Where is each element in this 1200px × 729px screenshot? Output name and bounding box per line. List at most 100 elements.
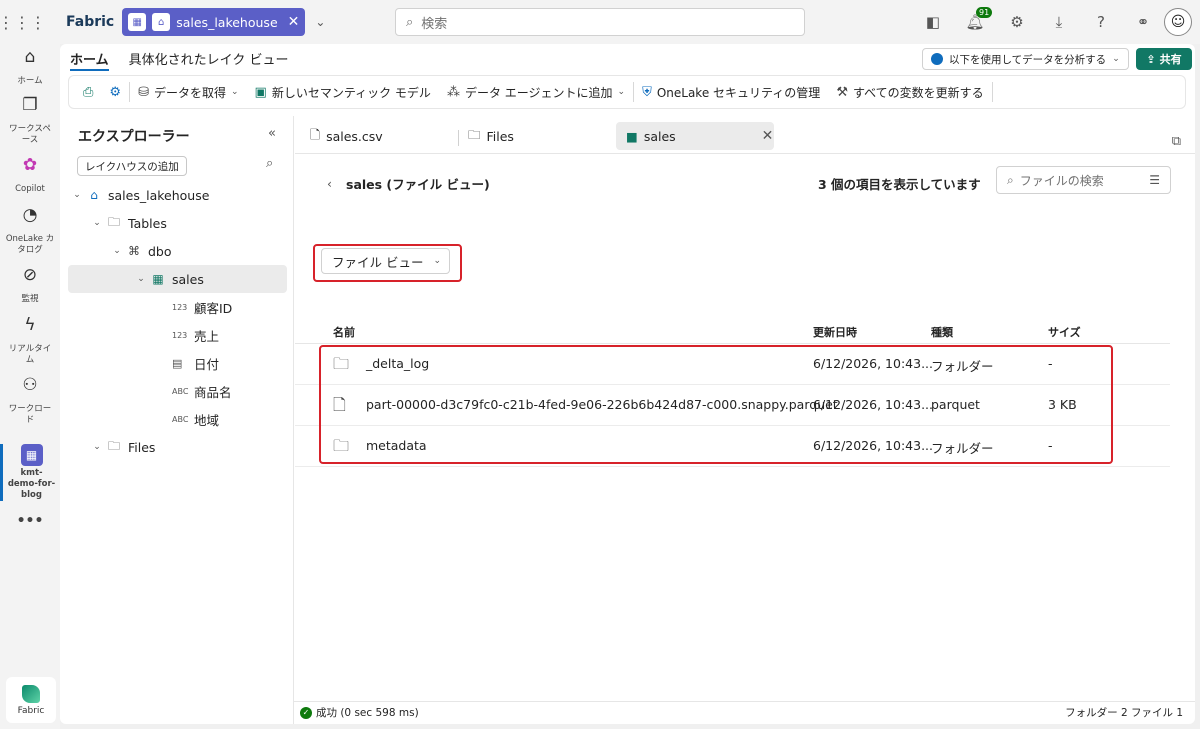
- variable-refresh-icon: ⚒: [836, 84, 848, 100]
- lakehouse-icon: ⌂: [90, 188, 98, 202]
- file-icon: 🗋: [310, 126, 321, 142]
- explorer-pane: エクスプローラー « レイクハウスの追加 ⌕ ⌄ ⌂ sales_lakehou…: [68, 116, 294, 724]
- column-header-size[interactable]: サイズ: [1048, 324, 1081, 340]
- data-agent-button[interactable]: ⁂ データ エージェントに追加 ⌄: [439, 80, 633, 104]
- workspace-tab-label: sales_lakehouse: [176, 14, 278, 30]
- collapse-icon[interactable]: «: [268, 126, 276, 141]
- ribbon-toolbar: ⎙ ⚙ ⛁ データを取得 ⌄ ▣ 新しいセマンティック モデル ⁂ データ エージェント…: [68, 75, 1186, 109]
- tree-label: sales: [172, 271, 204, 287]
- nav-workspaces[interactable]: ❐ ワークスペース: [0, 97, 60, 146]
- database-icon: ⛁: [138, 84, 149, 100]
- tab-label: sales.csv: [326, 128, 383, 144]
- search-placeholder: 検索: [421, 16, 448, 32]
- search-icon: ⌕: [1007, 172, 1014, 187]
- explorer-title: エクスプローラー: [78, 129, 190, 145]
- top-bar: ⋮⋮⋮ Fabric ▦ ⌂ sales_lakehouse ✕ ⌄ ⌕ 検索 …: [0, 0, 1200, 44]
- workload-icon: ⚇: [22, 375, 38, 395]
- analyze-data-button[interactable]: 以下を使用してデータを分析する ⌄: [922, 48, 1129, 70]
- more-icon[interactable]: •••: [0, 514, 60, 528]
- close-icon[interactable]: ✕: [288, 14, 300, 30]
- get-data-button[interactable]: ⛁ データを取得 ⌄: [130, 80, 246, 104]
- tab-sales[interactable]: ■ sales ✕: [616, 122, 774, 150]
- download-icon[interactable]: ⤓: [1038, 0, 1080, 44]
- nav-home[interactable]: ⌂ ホーム: [0, 49, 60, 87]
- tab-home[interactable]: ホーム: [70, 49, 109, 71]
- column-label: 顧客ID: [194, 300, 233, 316]
- tab-files[interactable]: 🗀 Files: [458, 122, 524, 150]
- chevron-down-icon[interactable]: ⌄: [90, 218, 104, 228]
- help-icon[interactable]: ?: [1080, 0, 1122, 44]
- workspace-icon: ▦: [128, 13, 147, 31]
- onelake-security-button[interactable]: ⛨ OneLake セキュリティの管理: [634, 80, 828, 104]
- share-label: 共有: [1159, 53, 1182, 66]
- share-people-icon[interactable]: ⚭: [1122, 0, 1164, 44]
- brand-name[interactable]: Fabric: [66, 14, 114, 30]
- workspace-tab[interactable]: ▦ ⌂ sales_lakehouse ✕: [122, 8, 306, 36]
- nav-label: kmt-demo-for-blog: [7, 468, 56, 500]
- search-box[interactable]: ⌕ 検索: [395, 8, 805, 36]
- left-nav: ⌂ ホーム ❐ ワークスペース ✿ Copilot ◔ OneLake カタログ…: [0, 44, 60, 729]
- tree-item-files[interactable]: ⌄ 🗀 Files: [90, 433, 309, 461]
- lock-icon: ⛨: [642, 84, 652, 100]
- new-semantic-model-button[interactable]: ▣ 新しいセマンティック モデル: [247, 80, 439, 104]
- nav-copilot[interactable]: ✿ Copilot: [0, 157, 60, 195]
- avatar[interactable]: ☺: [1164, 8, 1192, 36]
- nav-label: ホーム: [17, 76, 43, 86]
- update-variables-button[interactable]: ⚒ すべての変数を更新する: [828, 80, 991, 104]
- column-header-name[interactable]: 名前: [333, 324, 355, 340]
- close-icon[interactable]: ✕: [762, 128, 774, 144]
- chevron-down-icon[interactable]: ⌄: [110, 246, 124, 256]
- chevron-down-icon: ⌄: [1112, 54, 1120, 64]
- nav-onelake[interactable]: ◔ OneLake カタログ: [0, 205, 60, 256]
- nav-workspace-kmt[interactable]: ▦ kmt-demo-for-blog: [0, 444, 60, 501]
- file-view-dropdown[interactable]: ファイル ビュー ⌄: [321, 248, 450, 274]
- tab-label: Files: [486, 128, 514, 144]
- panel-icon[interactable]: ◧: [912, 0, 954, 44]
- tree-item-sales[interactable]: ⌄ ▦ sales: [68, 265, 287, 293]
- tree-item-tables[interactable]: ⌄ 🗀 Tables: [90, 209, 309, 237]
- tree-item-lakehouse[interactable]: ⌄ ⌂ sales_lakehouse: [70, 181, 289, 209]
- column-label: 日付: [194, 356, 220, 372]
- folder-icon: 🗀: [107, 438, 120, 453]
- chevron-down-icon[interactable]: ⌄: [70, 190, 84, 200]
- get-data-label: データを取得: [153, 85, 226, 100]
- tab-sales-csv[interactable]: 🗋 sales.csv: [300, 122, 393, 150]
- update-variables-label: すべての変数を更新する: [852, 85, 984, 100]
- column-header-modified[interactable]: 更新日時: [813, 324, 857, 340]
- calendar-icon: ▤: [172, 356, 183, 370]
- gear-icon[interactable]: ⚙: [996, 0, 1038, 44]
- numeric-type-icon: 123: [172, 302, 188, 312]
- bell-icon[interactable]: 🔔︎ 91: [954, 0, 996, 44]
- file-view-label: ファイル ビュー: [332, 254, 424, 270]
- nav-workload[interactable]: ⚇ ワークロード: [0, 375, 60, 426]
- text-type-icon: ABC: [172, 386, 189, 396]
- app-launcher-icon[interactable]: ⋮⋮⋮: [0, 0, 46, 44]
- column-header-type[interactable]: 種類: [931, 324, 953, 340]
- search-icon[interactable]: ⌕: [266, 156, 273, 171]
- nav-label: Copilot: [15, 184, 45, 194]
- copy-icon[interactable]: ⧉: [1172, 134, 1181, 149]
- lakehouse-icon: ⌂: [152, 13, 171, 31]
- back-icon[interactable]: ‹: [327, 176, 332, 191]
- new-item-button[interactable]: ⎙: [75, 80, 101, 104]
- nav-realtime[interactable]: ϟ リアルタイム: [0, 317, 60, 366]
- settings-button[interactable]: ⚙: [101, 80, 129, 104]
- add-lakehouse-button[interactable]: レイクハウスの追加: [77, 156, 187, 176]
- tab-materialized-lake-views[interactable]: 具体化されたレイク ビュー: [129, 49, 289, 71]
- share-icon: ⇪: [1146, 52, 1156, 66]
- fabric-logo-icon: [22, 684, 40, 703]
- nav-label: ワークロード: [8, 404, 52, 425]
- chevron-down-icon: ⌄: [230, 87, 239, 97]
- chevron-down-icon[interactable]: ⌄: [315, 15, 325, 29]
- nav-monitor[interactable]: ⊘ 監視: [0, 265, 60, 305]
- monitor-icon: ⊘: [22, 265, 38, 285]
- file-search-input[interactable]: ⌕ ファイルの検索 ☰: [996, 166, 1171, 194]
- fabric-switcher[interactable]: Fabric: [6, 677, 56, 723]
- share-button[interactable]: ⇪ 共有: [1136, 48, 1192, 70]
- status-text: 成功 (0 sec 598 ms): [316, 707, 419, 719]
- filter-icon[interactable]: ☰: [1149, 173, 1160, 187]
- chevron-down-icon[interactable]: ⌄: [90, 442, 104, 452]
- onelake-icon: ◔: [22, 205, 38, 225]
- chevron-down-icon[interactable]: ⌄: [134, 274, 148, 284]
- new-item-icon: ⎙: [83, 84, 94, 100]
